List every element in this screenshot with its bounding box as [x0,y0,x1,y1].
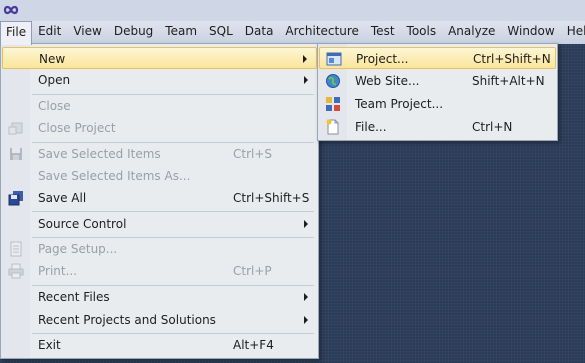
menu-item-shortcut: Alt+F4 [233,338,274,352]
menu-item-shortcut: Ctrl+S [233,147,273,161]
file-menu-item-source-control[interactable]: Source Control [2,213,317,235]
file-menu-item-close[interactable]: Close [2,95,317,117]
file-menu-item-save-all[interactable]: Save All Ctrl+Shift+S [2,187,317,209]
file-menu-item-page-setup[interactable]: Page Setup... [2,238,317,260]
menu-window[interactable]: Window [501,21,560,44]
menu-item-shortcut: Ctrl+Shift+N [473,52,551,66]
menu-item-label: Recent Projects and Solutions [38,313,216,327]
title-bar [0,0,585,21]
menu-architecture[interactable]: Architecture [279,21,364,44]
menu-item-label: Recent Files [38,290,110,304]
menu-view[interactable]: View [67,21,107,44]
menu-item-label: Project... [356,52,409,66]
visual-studio-logo-icon [3,5,19,15]
menu-tools[interactable]: Tools [401,21,443,44]
menu-data[interactable]: Data [239,21,280,44]
submenu-arrow-icon [303,55,307,63]
menu-edit[interactable]: Edit [32,21,67,44]
file-menu-item-open[interactable]: Open [2,69,317,91]
file-menu-item-save-selected[interactable]: Save Selected Items Ctrl+S [2,143,317,165]
menu-sql[interactable]: SQL [203,21,239,44]
menu-separator [32,211,314,212]
file-menu-item-close-project[interactable]: Close Project [2,117,317,139]
menu-debug[interactable]: Debug [108,21,159,44]
menu-item-label: Page Setup... [38,242,118,256]
menu-item-shortcut: Ctrl+Shift+S [233,191,310,205]
menu-analyze[interactable]: Analyze [442,21,501,44]
menu-file[interactable]: File [0,20,33,45]
submenu-arrow-icon [304,293,308,301]
menu-item-label: Team Project... [355,97,444,111]
submenu-arrow-icon [304,220,308,228]
save-icon [8,146,24,162]
new-file-icon [325,119,341,135]
file-menu-item-save-selected-as[interactable]: Save Selected Items As... [2,165,317,187]
save-all-icon [8,190,24,206]
submenu-arrow-icon [304,76,308,84]
page-setup-icon [8,241,24,257]
web-site-icon [325,73,341,89]
print-icon [8,263,24,279]
menu-item-label: Save Selected Items [38,147,161,161]
menu-team[interactable]: Team [159,21,203,44]
new-menu-item-project[interactable]: Project... Ctrl+Shift+N [319,47,556,69]
new-project-icon [326,51,342,67]
close-project-icon [8,120,24,136]
menu-item-label: Source Control [38,217,127,231]
menu-item-label: Web Site... [355,74,420,88]
menu-item-label: New [39,52,66,66]
menu-item-label: File... [355,120,387,134]
menu-item-shortcut: Shift+Alt+N [472,74,545,88]
new-submenu-dropdown: Project... Ctrl+Shift+N Web Site... Shif… [317,43,558,141]
new-menu-item-file[interactable]: File... Ctrl+N [319,116,556,138]
file-menu-item-new[interactable]: New [2,47,317,69]
file-menu-item-print[interactable]: Print... Ctrl+P [2,260,317,282]
menu-item-label: Save Selected Items As... [38,169,191,183]
menu-bar: File Edit View Debug Team SQL Data Archi… [0,20,585,45]
menu-item-label: Open [38,73,71,87]
file-menu-item-recent-files[interactable]: Recent Files [2,286,317,308]
new-menu-item-web-site[interactable]: Web Site... Shift+Alt+N [319,70,556,92]
new-menu-item-team-project[interactable]: Team Project... [319,93,556,115]
menu-item-label: Exit [38,338,61,352]
file-menu-item-exit[interactable]: Exit Alt+F4 [2,334,317,356]
file-menu-dropdown: New Open Close Close Project Save Select… [0,43,319,359]
menu-item-label: Print... [38,264,78,278]
menu-item-shortcut: Ctrl+P [233,264,272,278]
submenu-arrow-icon [304,316,308,324]
menu-test[interactable]: Test [365,21,401,44]
menu-item-label: Close Project [38,121,116,135]
menu-item-label: Close [38,99,71,113]
menu-item-label: Save All [38,191,87,205]
menu-help[interactable]: Help [561,21,585,44]
file-menu-item-recent-projects[interactable]: Recent Projects and Solutions [2,309,317,331]
team-project-icon [325,96,341,112]
menu-item-shortcut: Ctrl+N [472,120,513,134]
